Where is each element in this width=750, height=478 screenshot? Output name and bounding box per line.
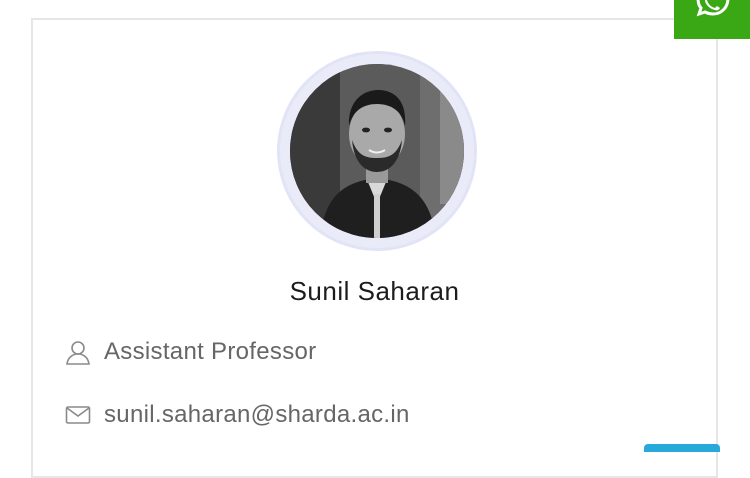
scroll-to-top-tab[interactable]	[644, 444, 720, 452]
designation-text: Assistant Professor	[104, 338, 317, 365]
avatar	[290, 64, 464, 238]
whatsapp-button[interactable]	[674, 0, 750, 39]
user-icon	[64, 338, 92, 366]
profile-photo	[290, 64, 464, 238]
profile-card: Sunil Saharan Assistant Professor sunil.…	[31, 18, 718, 478]
mail-icon	[64, 401, 92, 429]
email-link[interactable]: sunil.saharan@sharda.ac.in	[104, 401, 410, 429]
email-row: sunil.saharan@sharda.ac.in	[64, 401, 410, 429]
whatsapp-icon	[696, 0, 730, 17]
designation-row: Assistant Professor	[64, 338, 316, 366]
avatar-ring	[277, 51, 477, 251]
profile-name: Sunil Saharan	[289, 276, 460, 306]
